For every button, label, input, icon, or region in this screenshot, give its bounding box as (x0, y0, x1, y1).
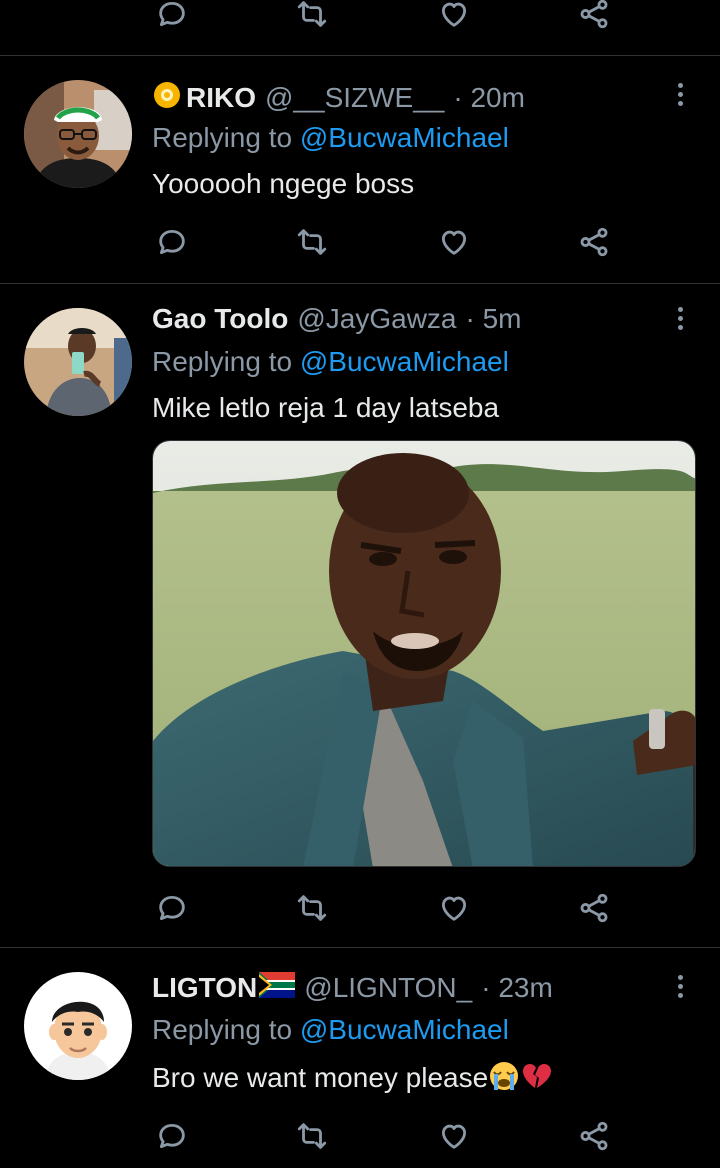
tweet-header: Gao Toolo @JayGawza · 5m (152, 299, 522, 339)
tweet-media-image[interactable] (152, 440, 696, 867)
replying-to: Replying to @BucwaMichael (152, 1014, 509, 1046)
tweet-text-row: Bro we want money please (152, 1060, 552, 1099)
previous-tweet-actions (152, 0, 622, 34)
more-button[interactable] (662, 968, 698, 1004)
tweet-actions (152, 1116, 622, 1156)
reply-button[interactable] (152, 0, 192, 34)
more-dot (677, 315, 683, 321)
share-icon (580, 1121, 608, 1151)
handle[interactable]: @__SIZWE__ (265, 82, 444, 114)
display-name[interactable]: LIGTON (152, 972, 257, 1004)
more-icon (677, 82, 683, 88)
like-button[interactable] (434, 0, 474, 34)
south-africa-flag-emoji (259, 971, 296, 1005)
like-icon (441, 896, 467, 921)
more-icon (677, 306, 683, 312)
tweet-actions (152, 888, 622, 928)
loudly-crying-emoji (488, 1060, 520, 1099)
like-button[interactable] (434, 888, 474, 928)
replying-to: Replying to @BucwaMichael (152, 122, 509, 154)
reply-icon (159, 1, 185, 27)
retweet-button[interactable] (292, 1116, 332, 1156)
replying-label: Replying to (152, 122, 293, 153)
tweet-text: Bro we want money please (152, 1061, 489, 1093)
handle[interactable]: @JayGawza (297, 303, 456, 335)
replying-to: Replying to @BucwaMichael (152, 346, 509, 378)
retweet-icon (297, 895, 327, 921)
share-icon (580, 227, 608, 257)
tweet-text: Yoooooh ngege boss (152, 168, 415, 199)
mention-link[interactable]: @BucwaMichael (300, 1014, 509, 1045)
tweet-header: RIKO @__SIZWE__ · 20m (152, 78, 525, 118)
retweet-icon (297, 1123, 327, 1149)
mention-link[interactable]: @BucwaMichael (300, 346, 509, 377)
share-icon (580, 0, 608, 29)
reply-button[interactable] (152, 222, 192, 262)
avatar[interactable] (24, 308, 132, 416)
handle[interactable]: @LIGNTON_ (304, 972, 472, 1004)
timestamp[interactable]: · 23m (481, 972, 553, 1004)
like-icon (441, 230, 467, 255)
mention-link[interactable]: @BucwaMichael (300, 122, 509, 153)
reply-button[interactable] (152, 888, 192, 928)
retweet-button[interactable] (292, 222, 332, 262)
timestamp[interactable]: · 20m (453, 82, 525, 114)
tweet-actions (152, 222, 622, 262)
more-dot (677, 91, 683, 97)
tweet-header: LIGTON @LIGNTON_ · 23m (152, 968, 553, 1008)
tweet-text: Mike letlo reja 1 day latseba (152, 392, 500, 423)
more-button[interactable] (662, 300, 698, 336)
share-button[interactable] (574, 222, 614, 262)
yellow-circle-emoji (152, 80, 182, 117)
replying-label: Replying to (152, 1014, 293, 1045)
display-name[interactable]: RIKO (186, 82, 256, 114)
tweet[interactable]: LIGTON @LIGNTON_ · 23m Replying to @Bucw… (0, 948, 720, 1168)
like-icon (441, 2, 467, 27)
more-dot (677, 324, 683, 330)
more-dot (677, 983, 683, 989)
replying-label: Replying to (152, 346, 293, 377)
more-dot (677, 992, 683, 998)
reply-button[interactable] (152, 1116, 192, 1156)
tweet[interactable]: RIKO @__SIZWE__ · 20m Replying to @Bucwa… (0, 56, 720, 282)
display-name[interactable]: Gao Toolo (152, 303, 288, 335)
like-button[interactable] (434, 1116, 474, 1156)
avatar[interactable] (24, 972, 132, 1080)
share-icon (580, 893, 608, 923)
broken-heart-emoji (520, 1060, 552, 1099)
more-dot (677, 100, 683, 106)
retweet-button[interactable] (292, 0, 332, 34)
like-icon (441, 1124, 467, 1149)
more-button[interactable] (662, 76, 698, 112)
avatar[interactable] (24, 80, 132, 188)
share-button[interactable] (574, 888, 614, 928)
reply-icon (159, 1123, 185, 1149)
share-button[interactable] (574, 1116, 614, 1156)
retweet-icon (297, 1, 327, 27)
like-button[interactable] (434, 222, 474, 262)
timestamp[interactable]: · 5m (466, 303, 522, 335)
more-icon (677, 974, 683, 980)
reply-icon (159, 229, 185, 255)
share-button[interactable] (574, 0, 614, 34)
reply-icon (159, 895, 185, 921)
retweet-button[interactable] (292, 888, 332, 928)
retweet-icon (297, 229, 327, 255)
